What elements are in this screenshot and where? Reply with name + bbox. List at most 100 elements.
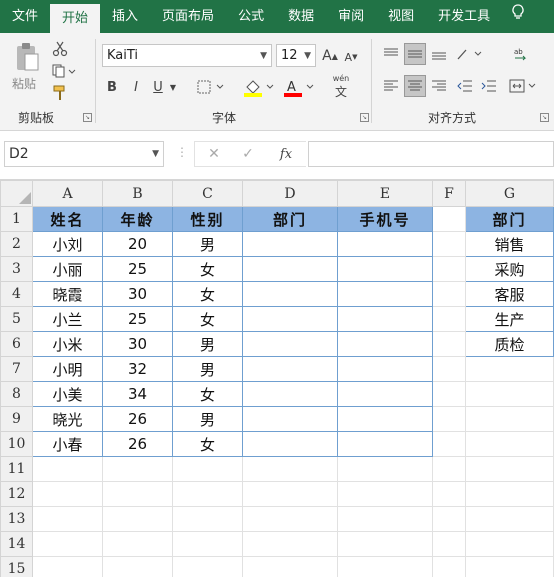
cell[interactable]: 小丽 xyxy=(32,256,103,282)
align-right-icon[interactable] xyxy=(428,75,450,97)
cell[interactable] xyxy=(465,556,554,577)
cell[interactable]: 32 xyxy=(102,356,173,382)
cell[interactable] xyxy=(172,531,243,557)
insert-function-icon[interactable]: fx xyxy=(274,144,298,164)
header-cell[interactable]: 手机号 xyxy=(337,206,433,232)
column-header-b[interactable]: B xyxy=(102,180,173,207)
cell[interactable]: 小米 xyxy=(32,331,103,357)
dept-item-cell[interactable]: 质检 xyxy=(465,331,554,357)
cell[interactable] xyxy=(432,506,466,532)
cell[interactable] xyxy=(242,356,338,382)
copy-icon[interactable] xyxy=(50,61,78,81)
format-painter-icon[interactable] xyxy=(50,83,70,103)
underline-button[interactable]: U xyxy=(150,77,166,97)
cell[interactable] xyxy=(337,231,433,257)
row-header[interactable]: 6 xyxy=(0,331,33,357)
cell[interactable] xyxy=(172,456,243,482)
cell[interactable] xyxy=(337,281,433,307)
cell[interactable]: 25 xyxy=(102,306,173,332)
tab-home[interactable]: 开始 xyxy=(50,4,101,33)
row-header[interactable]: 13 xyxy=(0,506,33,532)
cell[interactable] xyxy=(337,531,433,557)
cell[interactable]: 26 xyxy=(102,406,173,432)
cell[interactable]: 晓霞 xyxy=(32,281,103,307)
tab-insert[interactable]: 插入 xyxy=(100,0,150,33)
cell[interactable] xyxy=(432,481,466,507)
cell[interactable]: 小兰 xyxy=(32,306,103,332)
tab-review[interactable]: 审阅 xyxy=(326,0,376,33)
tab-developer[interactable]: 开发工具 xyxy=(426,0,502,33)
cell[interactable] xyxy=(102,506,173,532)
cell[interactable] xyxy=(337,306,433,332)
row-header[interactable]: 11 xyxy=(0,456,33,482)
header-cell[interactable]: 部门 xyxy=(242,206,338,232)
cell[interactable] xyxy=(465,356,554,382)
cell[interactable] xyxy=(102,481,173,507)
dept-item-cell[interactable]: 采购 xyxy=(465,256,554,282)
cell[interactable] xyxy=(242,406,338,432)
cell[interactable] xyxy=(242,556,338,577)
cell[interactable] xyxy=(172,556,243,577)
cell[interactable]: 女 xyxy=(172,431,243,457)
cell[interactable] xyxy=(432,531,466,557)
merge-center-icon[interactable] xyxy=(508,75,538,97)
tab-formulas[interactable]: 公式 xyxy=(226,0,276,33)
cell[interactable] xyxy=(337,431,433,457)
cell[interactable]: 晓光 xyxy=(32,406,103,432)
cancel-icon[interactable]: ✕ xyxy=(204,144,224,164)
align-bottom-icon[interactable] xyxy=(428,43,450,65)
cell[interactable]: 小春 xyxy=(32,431,103,457)
borders-icon[interactable] xyxy=(196,79,226,95)
row-header[interactable]: 9 xyxy=(0,406,33,432)
cell[interactable] xyxy=(337,481,433,507)
cell[interactable] xyxy=(432,256,466,282)
worksheet-grid[interactable]: A B C D E F G 1 姓名 年龄 性别 部门 手机号 部门 2 小刘 20 男销售 3 小丽 2… xyxy=(0,180,554,577)
enter-check-icon[interactable]: ✓ xyxy=(238,144,258,164)
row-header[interactable]: 7 xyxy=(0,356,33,382)
row-header[interactable]: 10 xyxy=(0,431,33,457)
italic-button[interactable]: I xyxy=(128,77,144,97)
cell[interactable] xyxy=(465,381,554,407)
cell[interactable] xyxy=(432,331,466,357)
cell[interactable] xyxy=(465,406,554,432)
cell[interactable] xyxy=(432,231,466,257)
chevron-down-icon[interactable]: ▼ xyxy=(168,77,178,97)
tell-me-lightbulb-icon[interactable] xyxy=(502,0,534,33)
cell[interactable] xyxy=(242,531,338,557)
cell[interactable]: 34 xyxy=(102,381,173,407)
cell[interactable] xyxy=(242,456,338,482)
cell[interactable]: 男 xyxy=(172,331,243,357)
cell[interactable] xyxy=(432,456,466,482)
cell[interactable] xyxy=(337,506,433,532)
cell[interactable]: 女 xyxy=(172,256,243,282)
cell[interactable] xyxy=(242,231,338,257)
font-size-select[interactable]: 12 ▼ xyxy=(276,44,316,67)
header-cell[interactable]: 年龄 xyxy=(102,206,173,232)
cell[interactable] xyxy=(465,456,554,482)
cell[interactable]: 小刘 xyxy=(32,231,103,257)
cell[interactable] xyxy=(432,381,466,407)
cell[interactable] xyxy=(102,556,173,577)
cell[interactable] xyxy=(242,256,338,282)
select-all-corner[interactable] xyxy=(0,180,33,207)
column-header-c[interactable]: C xyxy=(172,180,243,207)
cell[interactable] xyxy=(337,331,433,357)
column-header-e[interactable]: E xyxy=(337,180,433,207)
fill-color-icon[interactable] xyxy=(242,77,276,99)
cell[interactable] xyxy=(102,531,173,557)
align-middle-icon[interactable] xyxy=(404,43,426,65)
phonetic-guide-icon[interactable]: wén 文 xyxy=(326,73,356,101)
cell[interactable] xyxy=(432,556,466,577)
cell[interactable] xyxy=(465,481,554,507)
cell[interactable]: 26 xyxy=(102,431,173,457)
dept-header-cell[interactable]: 部门 xyxy=(465,206,554,232)
cell[interactable] xyxy=(337,556,433,577)
cell[interactable] xyxy=(465,431,554,457)
font-color-icon[interactable]: A xyxy=(282,77,316,99)
cell[interactable] xyxy=(32,481,103,507)
cell[interactable]: 30 xyxy=(102,331,173,357)
cell[interactable]: 小明 xyxy=(32,356,103,382)
drag-handle-icon[interactable]: ⋮ xyxy=(176,145,188,159)
clipboard-launcher-icon[interactable]: ↘ xyxy=(83,113,92,122)
cell[interactable]: 小美 xyxy=(32,381,103,407)
